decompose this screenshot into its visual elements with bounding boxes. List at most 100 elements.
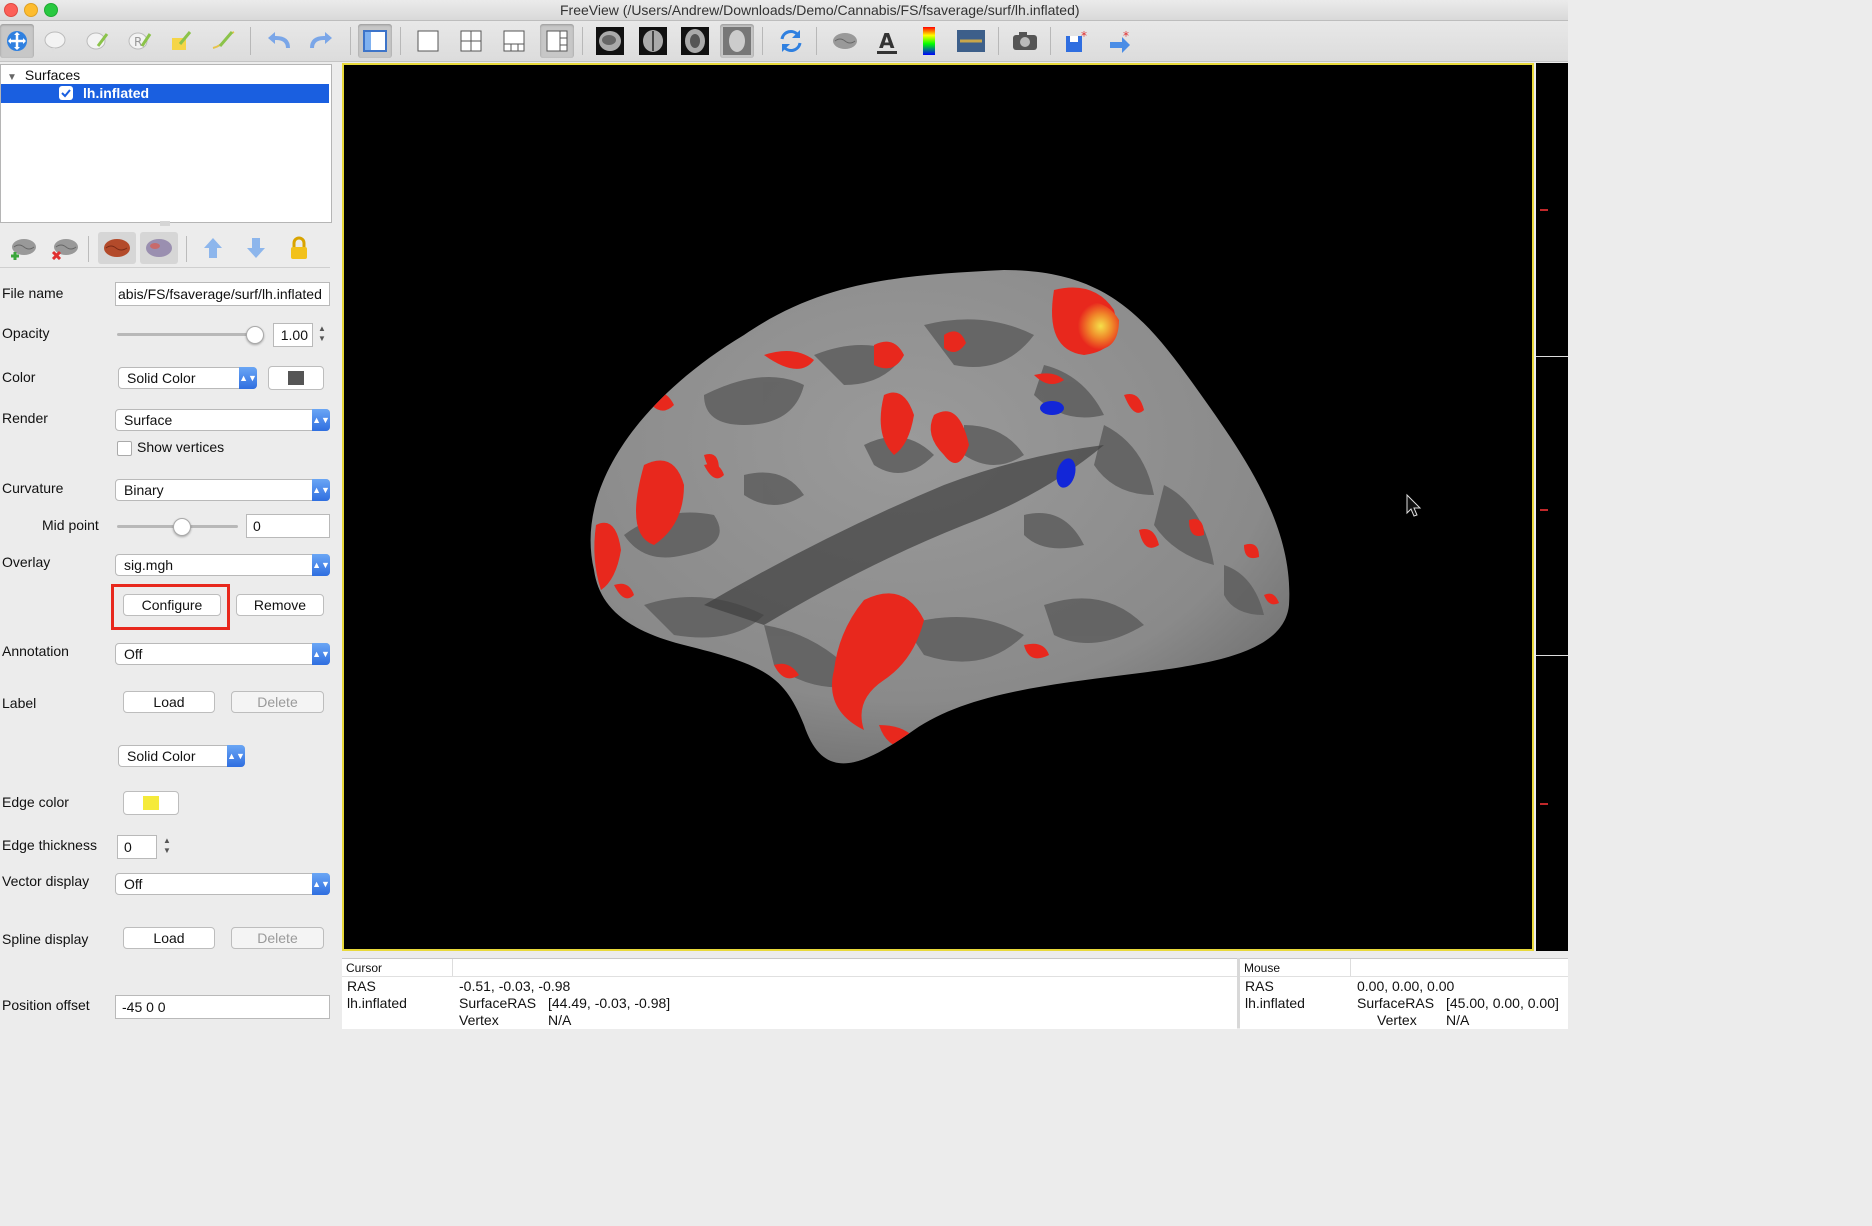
show-vertices-label: Show vertices [137, 439, 225, 455]
select-arrows-icon: ▲▼ [312, 409, 330, 431]
toggle-panel-icon[interactable] [358, 24, 392, 58]
overlay-value: sig.mgh [124, 557, 174, 573]
title-bar: FreeView (/Users/Andrew/Downloads/Demo/C… [0, 0, 1568, 21]
screenshot-icon[interactable] [1008, 24, 1042, 58]
label-delete-button[interactable]: Delete [231, 691, 324, 713]
edge-thickness-label: Edge thickness [2, 837, 97, 853]
3d-view-icon[interactable] [720, 24, 754, 58]
spline-delete-button[interactable]: Delete [231, 927, 324, 949]
layer-visible-checkbox[interactable] [59, 86, 73, 100]
svg-text:*: * [1123, 29, 1129, 43]
opacity-value-field[interactable]: 1.00 [273, 323, 313, 347]
mouse-ras-value[interactable]: 0.00, 0.00, 0.00 [1357, 978, 1454, 994]
overlay-select[interactable]: sig.mgh ▲▼ [115, 554, 330, 576]
coronal-view-icon[interactable] [636, 24, 670, 58]
annotation-value: Off [124, 646, 143, 662]
close-surface-icon[interactable] [46, 232, 84, 264]
zoom-window-button[interactable] [44, 3, 58, 17]
color-mode-select[interactable]: Solid Color ▲▼ [118, 367, 257, 389]
opacity-label: Opacity [2, 325, 50, 341]
minimize-window-button[interactable] [24, 3, 38, 17]
label-load-button[interactable]: Load [123, 691, 215, 713]
color-bar-icon[interactable] [912, 24, 946, 58]
cursor-surfaceras-value[interactable]: [44.49, -0.03, -0.98] [548, 995, 670, 1011]
edge-color-label: Edge color [2, 794, 69, 810]
point-set-edit-icon[interactable] [206, 24, 240, 58]
reset-view-icon[interactable] [774, 24, 808, 58]
3d-render-view[interactable] [342, 63, 1534, 951]
vector-display-select[interactable]: Off ▲▼ [115, 873, 330, 895]
close-window-button[interactable] [4, 3, 18, 17]
cursor-ras-name: RAS [347, 978, 376, 994]
freehand-tool-icon[interactable] [38, 24, 72, 58]
color-mode-value: Solid Color [127, 370, 196, 386]
goto-point-icon[interactable]: * [1104, 24, 1138, 58]
remove-overlay-button[interactable]: Remove [236, 594, 324, 616]
undo-icon[interactable] [262, 24, 296, 58]
axial-view-icon[interactable] [678, 24, 712, 58]
mouse-layer-name: lh.inflated [1245, 995, 1305, 1011]
curvature-value: Binary [124, 482, 164, 498]
splitter-handle[interactable] [160, 221, 170, 226]
surface-main-view-icon[interactable] [98, 232, 136, 264]
mouse-surfaceras-value[interactable]: [45.00, 0.00, 0.00] [1446, 995, 1559, 1011]
show-text-icon[interactable]: A [870, 24, 904, 58]
render-label: Render [2, 410, 48, 426]
surface-overlay-view-icon[interactable] [140, 232, 178, 264]
layer-tree[interactable]: ▼ Surfaces lh.inflated [0, 64, 332, 223]
lock-icon[interactable] [280, 232, 318, 264]
show-vertices-checkbox[interactable] [117, 441, 132, 456]
position-offset-label: Position offset [2, 997, 90, 1013]
cursor-ras-value[interactable]: -0.51, -0.03, -0.98 [459, 978, 570, 994]
edge-color-button[interactable] [123, 791, 179, 815]
mid-point-field[interactable]: 0 [246, 514, 330, 538]
sagittal-view-icon[interactable] [593, 24, 627, 58]
mid-point-slider-handle[interactable] [173, 518, 191, 536]
mouse-vertex-value[interactable]: N/A [1446, 1012, 1469, 1028]
render-value: Surface [124, 412, 173, 428]
layout-1-3-icon[interactable] [497, 24, 531, 58]
layout-1-3h-icon[interactable] [540, 24, 574, 58]
show-surface-icon[interactable] [828, 24, 862, 58]
layer-name: lh.inflated [83, 85, 150, 101]
navigate-tool-icon[interactable] [0, 24, 34, 58]
opacity-slider-handle[interactable] [246, 326, 264, 344]
curvature-label: Curvature [2, 480, 64, 496]
surface-color-button[interactable] [268, 366, 324, 390]
layout-1x1-icon[interactable] [411, 24, 445, 58]
position-offset-field[interactable]: -45 0 0 [115, 995, 330, 1019]
voxel-edit-icon[interactable] [80, 24, 114, 58]
annotation-select[interactable]: Off ▲▼ [115, 643, 330, 665]
cursor-vertex-value[interactable]: N/A [548, 1012, 571, 1028]
annotation-label: Annotation [2, 643, 69, 659]
tree-group-surfaces[interactable]: ▼ Surfaces [7, 67, 80, 83]
move-up-icon[interactable] [194, 232, 232, 264]
load-surface-icon[interactable] [4, 232, 42, 264]
select-arrows-icon: ▲▼ [312, 479, 330, 501]
spline-display-label: Spline display [2, 931, 89, 947]
collapse-arrow-icon[interactable]: ▼ [7, 72, 17, 83]
main-toolbar: R A * * [0, 21, 1568, 62]
label-color-mode-select[interactable]: Solid Color ▲▼ [118, 745, 245, 767]
show-coord-icon[interactable] [954, 24, 988, 58]
configure-overlay-button[interactable]: Configure [123, 594, 221, 616]
mouse-pointer-icon [1406, 493, 1422, 517]
opacity-slider[interactable] [117, 333, 262, 336]
roi-edit-icon[interactable] [164, 24, 198, 58]
recon-edit-icon[interactable]: R [122, 24, 156, 58]
layout-2x2-icon[interactable] [454, 24, 488, 58]
move-down-icon[interactable] [237, 232, 275, 264]
spline-load-button[interactable]: Load [123, 927, 215, 949]
opacity-spinner[interactable]: ▲ ▼ [316, 324, 328, 346]
render-select[interactable]: Surface ▲▼ [115, 409, 330, 431]
edge-thickness-spinner[interactable]: ▲ ▼ [161, 836, 173, 858]
vector-display-label: Vector display [2, 873, 90, 889]
curvature-select[interactable]: Binary ▲▼ [115, 479, 330, 501]
side-view-strip[interactable] [1536, 63, 1568, 951]
edge-thickness-field[interactable]: 0 [117, 835, 157, 859]
file-name-field[interactable]: abis/FS/fsaverage/surf/lh.inflated [115, 282, 330, 306]
tree-item-lh-inflated[interactable]: lh.inflated [1, 84, 329, 103]
redo-icon[interactable] [304, 24, 338, 58]
mouse-surfaceras-label: SurfaceRAS [1357, 995, 1435, 1011]
save-point-icon[interactable]: * [1060, 24, 1094, 58]
